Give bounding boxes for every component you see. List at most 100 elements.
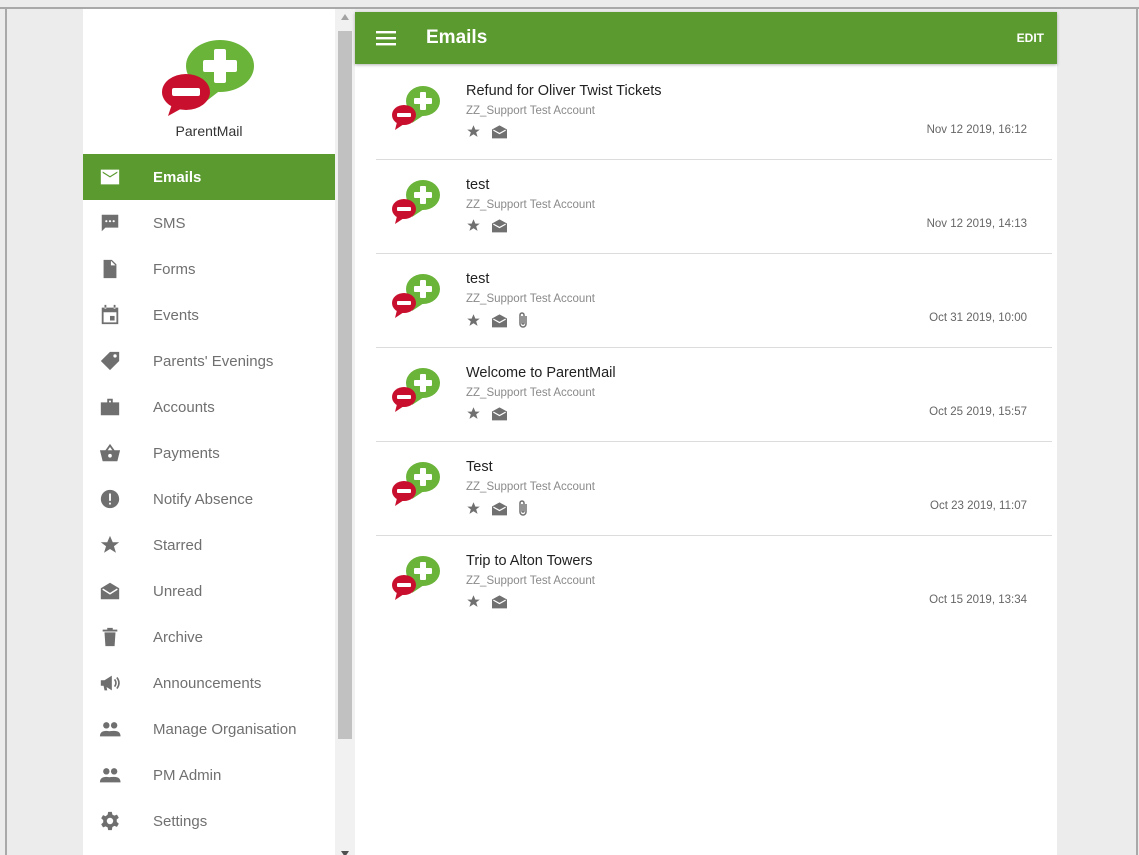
sidebar-scrollbar[interactable]: [335, 9, 355, 855]
sidebar-item-forms[interactable]: Forms: [83, 246, 335, 292]
sidebar-item-pm-admin[interactable]: PM Admin: [83, 752, 335, 798]
email-sender: ZZ_Support Test Account: [466, 105, 595, 117]
sidebar-item-starred[interactable]: Starred: [83, 522, 335, 568]
email-row[interactable]: Trip to Alton Towers ZZ_Support Test Acc…: [376, 536, 1052, 630]
sidebar-item-accounts[interactable]: Accounts: [83, 384, 335, 430]
star-icon: [98, 533, 122, 557]
parentmail-logo: [160, 34, 258, 116]
sidebar-item-payments[interactable]: Payments: [83, 430, 335, 476]
sidebar-item-settings[interactable]: Settings: [83, 798, 335, 844]
sidebar-item-notify-absence[interactable]: Notify Absence: [83, 476, 335, 522]
star-icon[interactable]: [466, 313, 481, 328]
gear-icon: [98, 809, 122, 833]
sidebar: ParentMail Emails SMS Forms Events Paren…: [83, 9, 335, 855]
parentmail-avatar-icon: [390, 459, 442, 507]
email-subject: test: [466, 271, 490, 287]
sidebar-item-label: Unread: [153, 582, 203, 600]
megaphone-icon: [98, 671, 122, 695]
sms-icon: [98, 211, 122, 235]
email-date: Oct 15 2019, 13:34: [929, 594, 1027, 606]
email-subject: Test: [466, 459, 493, 475]
sidebar-nav: Emails SMS Forms Events Parents' Evening…: [83, 154, 335, 844]
email-date: Nov 12 2019, 16:12: [926, 124, 1027, 136]
sidebar-item-label: Events: [153, 306, 199, 324]
sidebar-item-sms[interactable]: SMS: [83, 200, 335, 246]
email-list: Refund for Oliver Twist Tickets ZZ_Suppo…: [376, 66, 1052, 630]
edit-button[interactable]: EDIT: [1017, 31, 1044, 45]
star-icon[interactable]: [466, 406, 481, 421]
open-envelope-icon[interactable]: [491, 124, 508, 139]
email-subject: Trip to Alton Towers: [466, 553, 593, 569]
window-frame-left: [5, 7, 7, 855]
sidebar-item-label: Payments: [153, 444, 220, 462]
open-envelope-icon: [98, 579, 122, 603]
open-envelope-icon[interactable]: [491, 313, 508, 328]
calendar-icon: [98, 303, 122, 327]
star-icon[interactable]: [466, 594, 481, 609]
envelope-icon: [98, 165, 122, 189]
sidebar-item-label: Parents' Evenings: [153, 352, 274, 370]
sidebar-item-manage-organisation[interactable]: Manage Organisation: [83, 706, 335, 752]
sidebar-item-announcements[interactable]: Announcements: [83, 660, 335, 706]
email-actions: [466, 594, 518, 609]
email-row[interactable]: test ZZ_Support Test Account Oct 31 2019…: [376, 254, 1052, 348]
tag-icon: [98, 349, 122, 373]
app-bar: Emails EDIT: [355, 12, 1057, 64]
email-sender: ZZ_Support Test Account: [466, 293, 595, 305]
email-row[interactable]: Welcome to ParentMail ZZ_Support Test Ac…: [376, 348, 1052, 442]
email-actions: [466, 312, 538, 328]
hamburger-menu-icon[interactable]: [376, 29, 396, 47]
email-date: Oct 25 2019, 15:57: [929, 406, 1027, 418]
email-subject: Welcome to ParentMail: [466, 365, 616, 381]
parentmail-avatar-icon: [390, 83, 442, 131]
page-title: Emails: [426, 27, 488, 48]
sidebar-item-label: Announcements: [153, 674, 262, 692]
sidebar-item-archive[interactable]: Archive: [83, 614, 335, 660]
email-actions: [466, 218, 518, 233]
briefcase-icon: [98, 395, 122, 419]
sidebar-item-emails[interactable]: Emails: [83, 154, 335, 200]
email-subject: test: [466, 177, 490, 193]
brand-name: ParentMail: [175, 123, 243, 139]
email-row[interactable]: Refund for Oliver Twist Tickets ZZ_Suppo…: [376, 66, 1052, 160]
open-envelope-icon[interactable]: [491, 406, 508, 421]
email-row[interactable]: test ZZ_Support Test Account Nov 12 2019…: [376, 160, 1052, 254]
sidebar-item-label: Emails: [153, 168, 202, 186]
email-date: Oct 23 2019, 11:07: [930, 500, 1027, 512]
open-envelope-icon[interactable]: [491, 501, 508, 516]
main-panel: Emails EDIT Refund for Oliver Twist Tick…: [355, 12, 1057, 855]
open-envelope-icon[interactable]: [491, 594, 508, 609]
alert-icon: [98, 487, 122, 511]
email-row[interactable]: Test ZZ_Support Test Account Oct 23 2019…: [376, 442, 1052, 536]
email-subject: Refund for Oliver Twist Tickets: [466, 83, 662, 99]
sidebar-item-label: Notify Absence: [153, 490, 254, 508]
parentmail-avatar-icon: [390, 177, 442, 225]
people-icon: [98, 717, 122, 741]
sidebar-item-label: Starred: [153, 536, 203, 554]
sidebar-item-parents-evenings[interactable]: Parents' Evenings: [83, 338, 335, 384]
scrollbar-thumb[interactable]: [338, 31, 352, 739]
sidebar-item-label: SMS: [153, 214, 186, 232]
scroll-down-arrow-icon[interactable]: [335, 851, 355, 855]
email-date: Nov 12 2019, 14:13: [926, 218, 1027, 230]
scroll-up-arrow-icon[interactable]: [335, 14, 355, 26]
document-icon: [98, 257, 122, 281]
parentmail-avatar-icon: [390, 271, 442, 319]
email-actions: [466, 500, 538, 516]
parentmail-avatar-icon: [390, 365, 442, 413]
sidebar-item-label: Settings: [153, 812, 208, 830]
star-icon[interactable]: [466, 501, 481, 516]
sidebar-item-unread[interactable]: Unread: [83, 568, 335, 614]
paperclip-icon: [518, 500, 528, 516]
email-sender: ZZ_Support Test Account: [466, 481, 595, 493]
star-icon[interactable]: [466, 124, 481, 139]
open-envelope-icon[interactable]: [491, 218, 508, 233]
star-icon[interactable]: [466, 218, 481, 233]
email-actions: [466, 124, 518, 139]
email-actions: [466, 406, 518, 421]
sidebar-item-label: Manage Organisation: [153, 720, 297, 738]
paperclip-icon: [518, 312, 528, 328]
sidebar-item-events[interactable]: Events: [83, 292, 335, 338]
sidebar-item-label: PM Admin: [153, 766, 222, 784]
window-frame-right: [1136, 7, 1138, 855]
